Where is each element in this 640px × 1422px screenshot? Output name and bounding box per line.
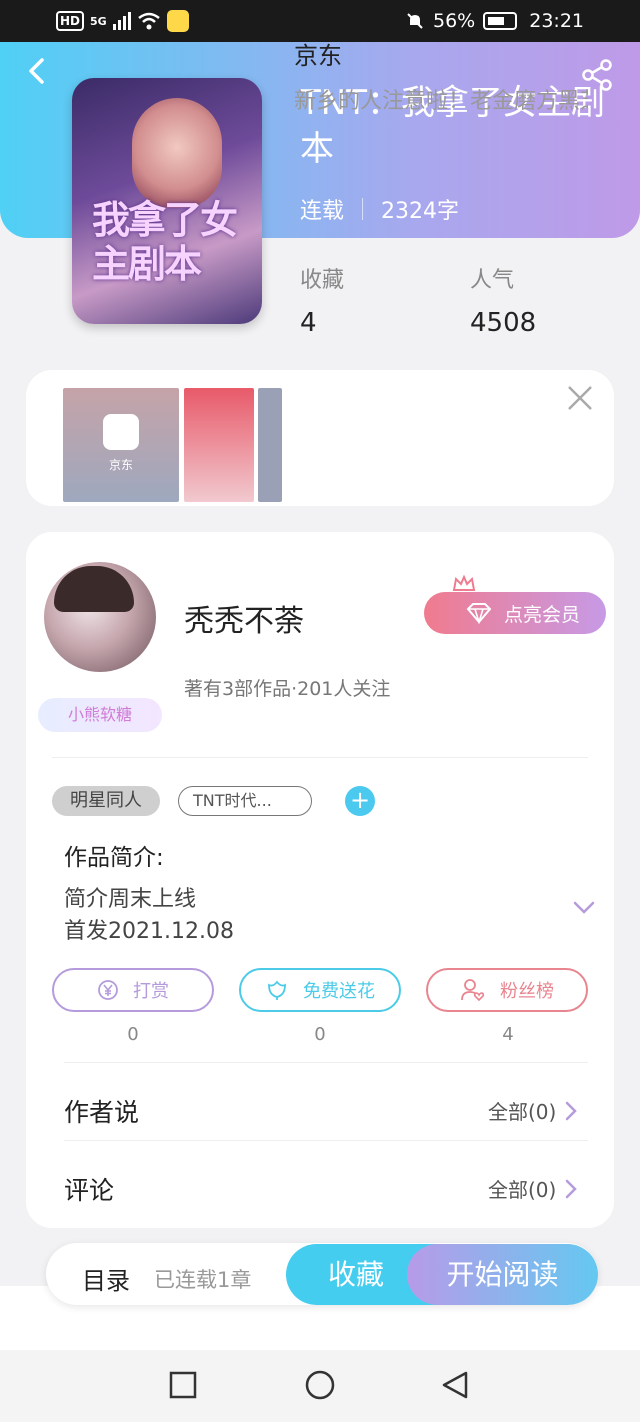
vip-label: 点亮会员 bbox=[503, 603, 580, 626]
yen-icon bbox=[98, 980, 118, 1000]
crown-icon bbox=[452, 574, 476, 591]
wifi-icon bbox=[137, 12, 160, 30]
send-flower-button[interactable]: 免费送花 bbox=[239, 968, 401, 1012]
comments-link[interactable]: 全部(0) bbox=[488, 1174, 578, 1203]
author-notes-label: 作者说 bbox=[64, 1098, 140, 1127]
ad-title: 京东 bbox=[294, 42, 342, 70]
home-icon[interactable] bbox=[305, 1370, 335, 1400]
chevron-right-icon bbox=[566, 1179, 578, 1198]
intro-heading: 作品简介: bbox=[64, 845, 164, 871]
author-avatar[interactable] bbox=[44, 562, 156, 672]
fan-count: 4 bbox=[502, 1024, 514, 1045]
flower-count: 0 bbox=[314, 1024, 326, 1045]
flower-icon bbox=[268, 980, 286, 1000]
avatar-hair bbox=[54, 566, 134, 612]
stat-value: 4508 bbox=[470, 308, 537, 338]
divider bbox=[64, 1140, 588, 1141]
start-reading-button[interactable]: 开始阅读 bbox=[407, 1244, 598, 1305]
fan-ranking-label: 粉丝榜 bbox=[500, 981, 554, 1002]
diamond-icon bbox=[466, 603, 492, 624]
book-status: 连载 bbox=[300, 199, 345, 224]
app-notification-icon bbox=[166, 10, 189, 32]
chapter-count: 已连载1章 bbox=[154, 1268, 252, 1292]
intro-text: 简介周末上线 首发2021.12.08 bbox=[64, 884, 234, 948]
ad-image-phone bbox=[184, 388, 254, 502]
add-tag-button[interactable]: + bbox=[345, 786, 375, 816]
stat-value: 4 bbox=[300, 308, 317, 338]
mute-icon bbox=[407, 13, 423, 29]
close-icon[interactable] bbox=[566, 384, 594, 412]
tip-label: 打赏 bbox=[133, 981, 169, 1002]
author-notes-link[interactable]: 全部(0) bbox=[488, 1096, 578, 1125]
book-cover[interactable]: 我拿了女主剧本 bbox=[72, 78, 262, 324]
back-icon[interactable] bbox=[22, 56, 52, 86]
comments-label: 评论 bbox=[64, 1176, 115, 1205]
toc-button[interactable]: 目录 bbox=[82, 1261, 130, 1296]
flower-label: 免费送花 bbox=[303, 981, 375, 1002]
user-heart-icon bbox=[461, 979, 485, 1002]
chevron-right-icon bbox=[566, 1101, 578, 1120]
tip-button[interactable]: 打赏 bbox=[52, 968, 214, 1012]
word-count: 2324字 bbox=[381, 199, 460, 224]
divider bbox=[52, 757, 588, 758]
ad-card[interactable]: 京东 bbox=[26, 370, 614, 506]
ad-image-edge bbox=[258, 388, 282, 502]
jd-logo-icon bbox=[103, 414, 139, 450]
cover-portrait bbox=[132, 98, 222, 208]
book-meta: 连载 2324字 bbox=[300, 193, 459, 225]
ad-image: 京东 bbox=[63, 388, 179, 502]
author-notes-count: 全部(0) bbox=[488, 1100, 557, 1124]
comments-count: 全部(0) bbox=[488, 1178, 557, 1202]
meta-divider bbox=[362, 198, 364, 220]
category-tag[interactable]: 明星同人 bbox=[52, 786, 160, 816]
fan-ranking-button[interactable]: 粉丝榜 bbox=[426, 968, 588, 1012]
author-name[interactable]: 秃秃不荼 bbox=[184, 596, 304, 640]
intro-line: 简介周末上线 bbox=[64, 887, 197, 912]
ad-thumb-label: 京东 bbox=[108, 458, 133, 472]
stat-label: 人气 bbox=[470, 268, 515, 293]
chevron-down-icon[interactable] bbox=[572, 900, 596, 916]
cover-title-art: 我拿了女主剧本 bbox=[92, 197, 238, 286]
signal-icon bbox=[112, 12, 131, 30]
clock: 23:21 bbox=[529, 10, 584, 32]
fan-badge: 小熊软糖 bbox=[38, 698, 162, 732]
ad-description: 新乡的人注意啦！老金磨方黑芝麻丸，超值优惠进行中 bbox=[294, 89, 588, 114]
battery-icon bbox=[483, 12, 518, 30]
network-type: 5G bbox=[90, 14, 107, 28]
author-summary: 著有3部作品·201人关注 bbox=[184, 678, 391, 700]
topic-tag[interactable]: TNT时代... bbox=[178, 786, 312, 816]
divider bbox=[64, 1062, 588, 1063]
intro-line: 首发2021.12.08 bbox=[64, 919, 234, 944]
battery-percent: 56% bbox=[433, 10, 476, 32]
recents-icon[interactable] bbox=[168, 1370, 198, 1400]
hd-indicator: HD bbox=[56, 11, 85, 31]
tip-count: 0 bbox=[127, 1024, 139, 1045]
back-nav-icon[interactable] bbox=[440, 1370, 470, 1400]
stat-label: 收藏 bbox=[300, 268, 345, 293]
stat-favorites: 收藏 4 bbox=[300, 262, 344, 338]
stat-popularity: 人气 4508 bbox=[470, 262, 536, 338]
vip-button[interactable]: 点亮会员 bbox=[424, 592, 606, 634]
